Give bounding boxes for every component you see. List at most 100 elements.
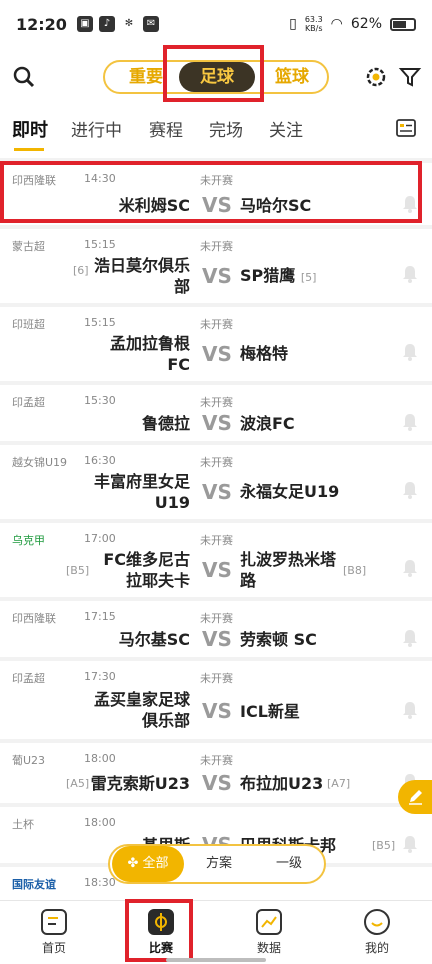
bell-icon[interactable]: [402, 559, 418, 577]
bell-icon[interactable]: [402, 413, 418, 431]
match-card[interactable]: 印西隆联 17:15 未开赛 马尔基SC VS 劳索顿 SC: [0, 601, 432, 657]
away-team: 扎波罗热米塔路: [240, 550, 337, 590]
vs-label: VS: [202, 699, 232, 723]
home-team: 浩日莫尔俱乐部: [93, 256, 190, 296]
bell-icon[interactable]: [402, 701, 418, 719]
tiktok-icon: ♪: [98, 16, 115, 32]
pencil-icon: [409, 790, 422, 805]
match-time: 17:30: [84, 670, 116, 683]
home-seed: [A5]: [66, 777, 90, 790]
search-icon[interactable]: [10, 63, 38, 91]
match-time: 15:30: [84, 394, 116, 407]
match-card[interactable]: 越女锦U19 16:30 未开赛 丰富府里女足 U19 VS 永福女足U19: [0, 445, 432, 519]
league-name: 土杯: [12, 818, 34, 831]
match-status: 未开赛: [200, 396, 233, 409]
home-team: 孟买皇家足球 俱乐部: [93, 690, 190, 730]
away-team: 永福女足U19: [240, 482, 340, 501]
bell-icon[interactable]: [402, 629, 418, 647]
away-seed: [5]: [300, 271, 317, 284]
tab-basketball[interactable]: 篮球: [259, 62, 325, 92]
network-speed: 63.3 KB/s: [304, 15, 323, 33]
vs-label: VS: [202, 558, 232, 582]
home-team: 孟加拉鲁根 FC: [109, 334, 190, 374]
fan-icon: ✻: [120, 16, 137, 32]
match-time: 17:00: [84, 532, 116, 545]
home-doc-icon: [41, 909, 67, 935]
league-name: 国际友谊: [12, 878, 56, 891]
match-status: 未开赛: [200, 754, 233, 767]
league-name: 印孟超: [12, 672, 45, 685]
profile-smile-icon: [364, 909, 390, 935]
vs-label: VS: [202, 480, 232, 504]
away-team: 梅格特: [240, 344, 289, 363]
away-team: SP猎鹰 [5]: [240, 266, 317, 285]
home-team: 马尔基SC: [118, 630, 190, 649]
away-seed: [A7]: [327, 777, 351, 790]
league-name: 印孟超: [12, 396, 45, 409]
match-status: 未开赛: [200, 612, 233, 625]
away-seed: [B8]: [343, 564, 367, 577]
match-card[interactable]: 蒙古超 15:15 未开赛 [6] 浩日莫尔俱乐部 VS SP猎鹰 [5]: [0, 229, 432, 303]
bell-icon[interactable]: [402, 835, 418, 853]
battery-icon: [390, 17, 416, 31]
bottom-nav: 首页 比赛 数据 我的: [0, 900, 432, 964]
filter-plan[interactable]: 方案: [184, 846, 254, 882]
tab-finished[interactable]: 完场: [209, 116, 243, 141]
match-card[interactable]: 乌克甲 17:00 未开赛 [B5] FC维多尼古 拉耶夫卡 VS 扎波罗热米塔路…: [0, 523, 432, 597]
match-card[interactable]: 印孟超 17:30 未开赛 孟买皇家足球 俱乐部 VS ICL新星: [0, 661, 432, 739]
status-time: 12:20: [16, 14, 67, 34]
bell-icon[interactable]: [402, 343, 418, 361]
vs-label: VS: [202, 342, 232, 366]
league-name: 越女锦U19: [12, 456, 68, 469]
tab-indicator: [14, 148, 44, 151]
nav-data[interactable]: 数据: [239, 909, 299, 956]
wifi-icon: ◠: [330, 16, 343, 32]
home-team: 雷克索斯U23: [90, 774, 190, 793]
match-time: 16:30: [84, 454, 116, 467]
match-time: 18:00: [84, 816, 116, 829]
match-card[interactable]: 印孟超 15:30 未开赛 鲁德拉 VS 波浪FC: [0, 385, 432, 441]
home-team: 鲁德拉: [141, 414, 190, 433]
home-indicator: [166, 958, 266, 962]
match-card[interactable]: 葡U23 18:00 未开赛 [A5] 雷克索斯U23 VS 布拉加U23 [A…: [0, 743, 432, 803]
grid-icon: ✤: [127, 856, 139, 871]
match-time: 18:00: [84, 752, 116, 765]
bell-icon[interactable]: [402, 481, 418, 499]
nav-home[interactable]: 首页: [24, 909, 84, 956]
highlight-box-first-match: [0, 161, 422, 223]
match-card[interactable]: 印班超 15:15 未开赛 孟加拉鲁根 FC VS 梅格特: [0, 307, 432, 381]
home-team: 丰富府里女足 U19: [93, 472, 190, 512]
match-time: 15:15: [84, 238, 116, 251]
tab-following[interactable]: 关注: [269, 116, 303, 141]
match-time: 15:15: [84, 316, 116, 329]
league-name: 葡U23: [12, 754, 46, 767]
away-team: ICL新星: [240, 702, 300, 721]
status-bar: 12:20 ▣ ♪ ✻ ✉ ▯ 63.3 KB/s ◠ 62%: [0, 0, 432, 48]
calendar-list-icon[interactable]: [392, 114, 420, 142]
home-seed: [6]: [73, 264, 89, 277]
gallery-icon: ▣: [76, 16, 93, 32]
filter-level-one[interactable]: 一级: [254, 846, 324, 882]
filter-all[interactable]: ✤ 全部: [112, 846, 184, 882]
match-status: 未开赛: [200, 672, 233, 685]
tab-in-progress[interactable]: 进行中: [71, 116, 122, 141]
home-seed: [B5]: [66, 564, 90, 577]
filter-icon[interactable]: [396, 63, 424, 91]
match-status: 未开赛: [200, 456, 233, 469]
nav-profile[interactable]: 我的: [347, 909, 407, 956]
vs-label: VS: [202, 264, 232, 288]
match-list: 印西隆联 14:30 未开赛 米利姆SC VS 马哈尔SC 蒙古超 15:15 …: [0, 163, 432, 900]
bell-icon[interactable]: [402, 265, 418, 283]
edit-fab[interactable]: [398, 780, 432, 814]
match-time: 17:15: [84, 610, 116, 623]
vibrate-icon: ▯: [289, 16, 297, 32]
tab-schedule[interactable]: 赛程: [149, 116, 183, 141]
home-team: FC维多尼古 拉耶夫卡: [103, 550, 190, 590]
gear-icon[interactable]: [362, 63, 390, 91]
away-team: 波浪FC: [240, 414, 295, 433]
chart-icon: [256, 909, 282, 935]
vs-label: VS: [202, 627, 232, 651]
match-time: 18:30: [84, 876, 116, 889]
league-name: 蒙古超: [12, 240, 45, 253]
tab-live[interactable]: 即时: [12, 116, 48, 142]
